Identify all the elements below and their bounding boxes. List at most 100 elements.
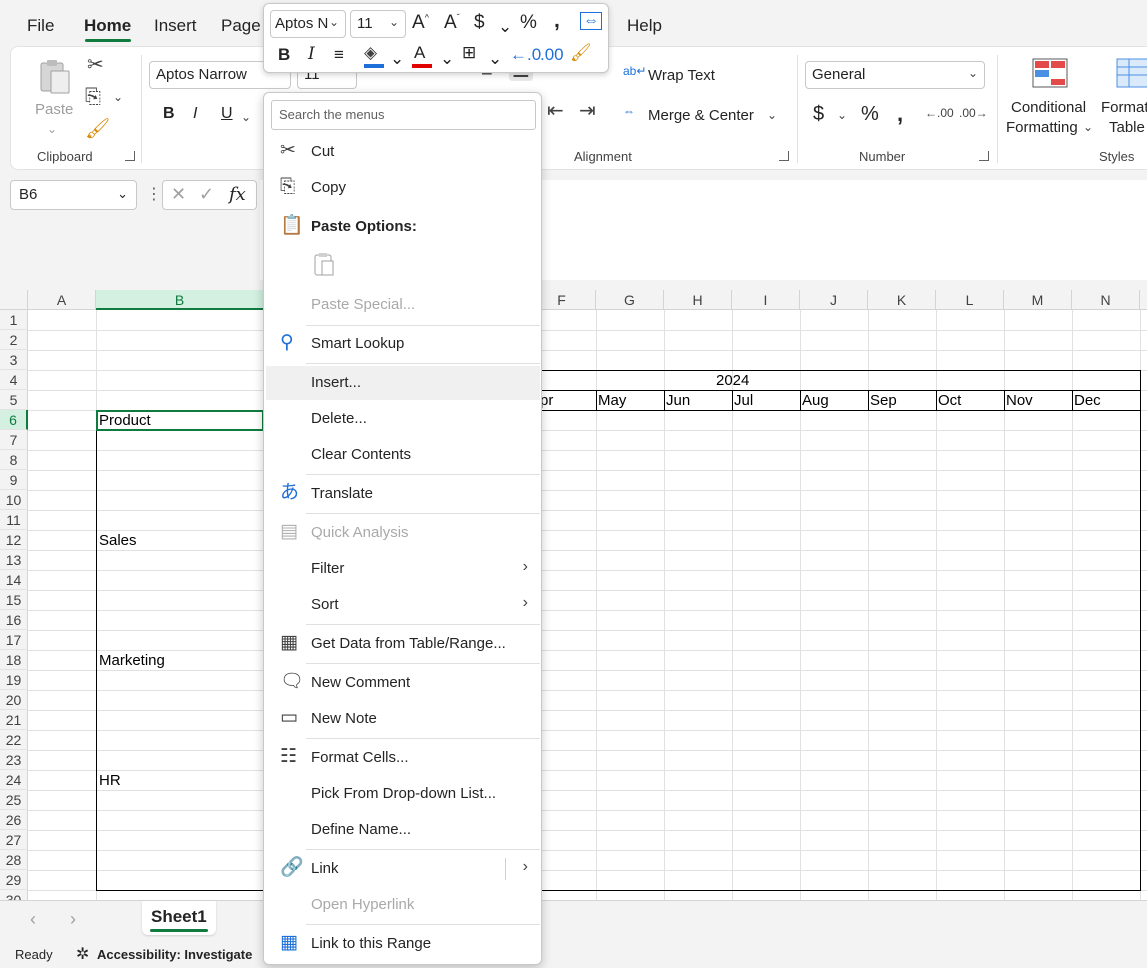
month-cell-may[interactable]: May — [598, 392, 626, 409]
copy-icon[interactable]: ⎘ — [85, 87, 101, 107]
row-header[interactable]: 26 — [0, 810, 28, 830]
bold-icon[interactable]: B — [278, 46, 290, 63]
wrap-text-button[interactable]: Wrap Text — [648, 67, 715, 84]
borders-dropdown-icon[interactable]: ⌄ — [488, 50, 502, 67]
paste-button[interactable]: Paste — [35, 101, 73, 118]
menu-item-sort[interactable]: Sort › — [266, 588, 540, 622]
menu-item-insert[interactable]: Insert... — [266, 366, 540, 400]
percent-icon[interactable]: % — [861, 103, 879, 126]
percent-icon[interactable]: % — [520, 13, 537, 32]
decrease-decimal-icon[interactable]: .00 — [540, 46, 564, 63]
accessibility-icon[interactable]: ✲ — [76, 944, 89, 964]
borders-icon[interactable]: ⊞ — [462, 44, 476, 61]
insert-function-icon[interactable]: fx — [229, 184, 246, 205]
mini-font-combo[interactable]: Aptos Na ⌄ — [270, 10, 346, 38]
italic-icon[interactable]: I — [193, 105, 197, 123]
clipboard-launcher-icon[interactable] — [125, 151, 135, 161]
row-header[interactable]: 11 — [0, 510, 28, 530]
month-cell-aug[interactable]: Aug — [802, 392, 829, 409]
column-header-k[interactable]: K — [868, 290, 936, 310]
row-header[interactable]: 6 — [0, 410, 28, 430]
row-header[interactable]: 14 — [0, 570, 28, 590]
category-cell-hr[interactable]: HR — [99, 772, 121, 789]
month-cell-nov[interactable]: Nov — [1006, 392, 1033, 409]
row-header[interactable]: 18 — [0, 650, 28, 670]
cancel-icon[interactable]: ✕ — [171, 184, 186, 205]
menu-item-new-comment[interactable]: 🗨 New Comment — [266, 666, 540, 700]
format-table-label-2[interactable]: Table — [1109, 119, 1145, 136]
column-header-j[interactable]: J — [800, 290, 868, 310]
row-header[interactable]: 23 — [0, 750, 28, 770]
chevron-down-icon[interactable]: ⌄ — [117, 186, 128, 202]
menu-search-input[interactable]: Search the menus — [271, 100, 536, 130]
chevron-down-icon[interactable]: ⌄ — [1083, 121, 1093, 133]
italic-icon[interactable]: I — [308, 46, 315, 63]
name-box[interactable]: B6 ⌄ — [10, 180, 137, 210]
tab-home[interactable]: Home — [84, 16, 131, 36]
category-cell-sales[interactable]: Sales — [99, 532, 137, 549]
row-header[interactable]: 2 — [0, 330, 28, 350]
number-launcher-icon[interactable] — [979, 151, 989, 161]
row-header[interactable]: 1 — [0, 310, 28, 330]
row-header[interactable]: 28 — [0, 850, 28, 870]
row-header[interactable]: 29 — [0, 870, 28, 890]
row-header[interactable]: 25 — [0, 790, 28, 810]
column-header-g[interactable]: G — [596, 290, 664, 310]
row-header[interactable]: 17 — [0, 630, 28, 650]
row-header[interactable]: 4 — [0, 370, 28, 390]
font-color-dropdown-icon[interactable]: ⌄ — [440, 50, 454, 67]
menu-item-filter[interactable]: Filter › — [266, 552, 540, 586]
menu-item-define-name[interactable]: Define Name... — [266, 813, 540, 847]
menu-item-get-data[interactable]: ▦ Get Data from Table/Range... — [266, 627, 540, 661]
year-header-cell[interactable]: 2024 — [716, 372, 749, 389]
increase-indent-icon[interactable]: ⇥ — [579, 101, 596, 121]
menu-item-translate[interactable]: あ Translate — [266, 477, 540, 511]
row-header[interactable]: 10 — [0, 490, 28, 510]
merge-center-button[interactable]: Merge & Center — [648, 107, 754, 124]
column-header-b[interactable]: B — [96, 290, 264, 310]
center-align-icon[interactable]: ≡ — [334, 46, 344, 63]
more-options-icon[interactable]: ⋮ — [146, 184, 162, 204]
paste-icon[interactable] — [35, 57, 75, 97]
tab-insert[interactable]: Insert — [154, 16, 197, 36]
row-header[interactable]: 20 — [0, 690, 28, 710]
fill-color-dropdown-icon[interactable]: ⌄ — [390, 50, 404, 67]
row-header[interactable]: 21 — [0, 710, 28, 730]
category-cell-marketing[interactable]: Marketing — [99, 652, 165, 669]
paste-option-default-icon[interactable] — [312, 251, 338, 279]
menu-item-open-hyperlink[interactable]: Open Hyperlink — [266, 888, 540, 922]
menu-item-paste-special[interactable]: Paste Special... — [266, 288, 540, 322]
category-cell-product[interactable]: Product — [99, 412, 151, 429]
currency-dropdown-icon[interactable]: ⌄ — [498, 18, 512, 35]
scroll-right-icon[interactable]: › — [70, 909, 76, 930]
row-header[interactable]: 15 — [0, 590, 28, 610]
format-table-label-1[interactable]: Format — [1101, 99, 1147, 116]
wrap-text-icon[interactable]: ⇔ — [580, 12, 602, 30]
format-as-table-icon[interactable] — [1115, 57, 1147, 91]
fill-color-icon[interactable]: ◈ — [364, 44, 377, 61]
month-cell-jul[interactable]: Jul — [734, 392, 753, 409]
decrease-decimal-icon[interactable]: .00→ — [959, 107, 988, 119]
enter-icon[interactable]: ✓ — [199, 184, 214, 205]
scroll-left-icon[interactable]: ‹ — [30, 909, 36, 930]
decrease-font-size-icon[interactable]: Aˇ — [444, 13, 460, 32]
accessibility-status[interactable]: Accessibility: Investigate — [97, 947, 252, 962]
currency-icon[interactable]: $ — [474, 13, 485, 32]
conditional-formatting-label-1[interactable]: Conditional — [1011, 99, 1086, 116]
month-cell-jun[interactable]: Jun — [666, 392, 690, 409]
tab-page[interactable]: Page — [221, 16, 261, 36]
tab-help[interactable]: Help — [627, 16, 662, 36]
row-header[interactable]: 8 — [0, 450, 28, 470]
wrap-text-icon[interactable]: ab↵ — [623, 65, 646, 77]
row-header[interactable]: 12 — [0, 530, 28, 550]
menu-item-link-to-range[interactable]: ▦ Link to this Range — [266, 927, 540, 961]
alignment-launcher-icon[interactable] — [779, 151, 789, 161]
row-header[interactable]: 9 — [0, 470, 28, 490]
chevron-down-icon[interactable]: ⌄ — [47, 123, 57, 135]
menu-item-link[interactable]: 🔗 Link › — [266, 852, 540, 886]
column-header-l[interactable]: L — [936, 290, 1004, 310]
spreadsheet-grid[interactable]: A B F G H I J K L M N 1 2 3 4 5 6 7 8 9 10 11 12 13 1… — [0, 290, 1147, 902]
menu-item-copy[interactable]: ⎘ Copy — [266, 171, 540, 205]
menu-item-quick-analysis[interactable]: ▤ Quick Analysis — [266, 516, 540, 550]
merge-center-icon[interactable]: ⇔ — [623, 105, 635, 117]
